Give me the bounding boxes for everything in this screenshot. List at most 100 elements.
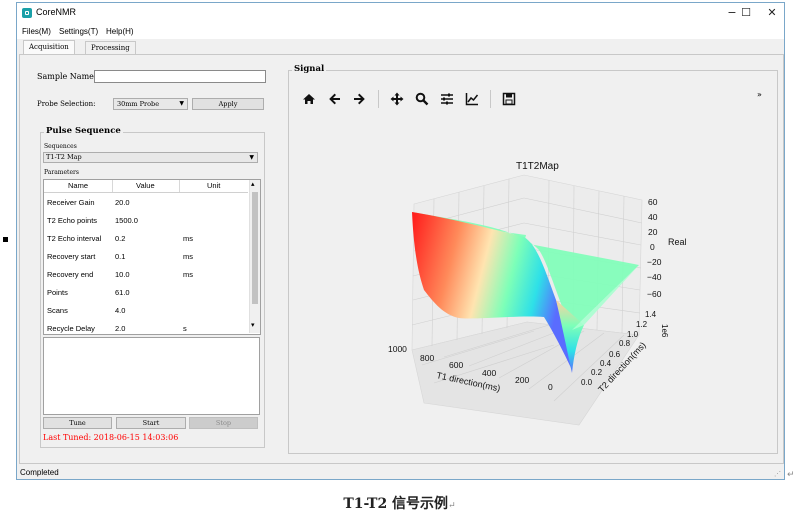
y-tick-label: 1.0 (627, 330, 639, 339)
column-header-unit[interactable]: Unit (207, 181, 220, 190)
status-bar: Completed ⋰ (17, 465, 784, 479)
param-name: Recovery start (47, 251, 96, 261)
tab-bar: Acquisition Processing (17, 39, 784, 55)
param-value[interactable]: 20.0 (112, 193, 180, 211)
forward-arrow-icon[interactable] (352, 92, 366, 106)
param-unit (180, 283, 248, 301)
stop-button[interactable]: Stop (189, 417, 258, 429)
line-break-mark: ↵ (787, 470, 795, 480)
toolbar-overflow-button[interactable]: » (757, 90, 762, 99)
menu-files[interactable]: Files(M) (22, 27, 51, 36)
t1t2-surface-plot[interactable]: 60 40 20 0 −20 −40 −60 Real 1000 800 600… (294, 125, 774, 451)
y-tick-label: 0.4 (600, 359, 612, 368)
param-value[interactable]: 0.1 (112, 247, 180, 265)
sequence-select-value: T1-T2 Map (46, 153, 82, 161)
app-window: CoreNMR − ☐ ✕ Files(M) Settings(T) Help(… (16, 2, 785, 480)
status-text: Completed (20, 468, 59, 477)
sample-name-input[interactable] (94, 70, 266, 83)
menu-settings[interactable]: Settings(T) (59, 27, 98, 36)
menu-bar: Files(M) Settings(T) Help(H) (17, 25, 784, 39)
param-value[interactable]: 1500.0 (112, 211, 180, 229)
param-name: Points (47, 287, 68, 297)
title-bar: CoreNMR − ☐ ✕ (17, 3, 784, 25)
chart-title: T1T2Map (516, 161, 559, 172)
table-row[interactable]: Recovery end 10.0 ms (44, 265, 248, 283)
dropdown-arrow-icon: ▼ (249, 154, 254, 161)
y-tick-label: 1.2 (636, 320, 648, 329)
table-row[interactable]: T2 Echo points 1500.0 (44, 211, 248, 229)
maximize-button[interactable]: ☐ (738, 6, 754, 20)
param-value[interactable]: 61.0 (112, 283, 180, 301)
sequence-select[interactable]: T1-T2 Map ▼ (43, 152, 258, 163)
menu-help[interactable]: Help(H) (106, 27, 134, 36)
toolbar-separator (490, 90, 491, 108)
param-value[interactable]: 2.0 (112, 319, 180, 334)
x-tick-label: 200 (515, 375, 529, 385)
parameters-scrollbar[interactable]: ▴ ▾ (249, 180, 260, 333)
pulse-sequence-title: Pulse Sequence (44, 126, 123, 136)
table-row[interactable]: Recycle Delay 2.0 s (44, 319, 248, 334)
home-icon[interactable] (302, 92, 316, 106)
param-unit: ms (183, 233, 193, 243)
param-value[interactable]: 10.0 (112, 265, 180, 283)
column-header-value[interactable]: Value (136, 181, 155, 190)
pan-icon[interactable] (390, 92, 404, 106)
probe-selection-label: Probe Selection: (37, 100, 96, 108)
y-tick-label: 0.2 (591, 368, 603, 377)
table-row[interactable]: Scans 4.0 (44, 301, 248, 319)
table-row[interactable]: Receiver Gain 20.0 (44, 193, 248, 211)
z-tick-label: 20 (648, 227, 658, 237)
param-unit: ms (183, 269, 193, 279)
param-value[interactable]: 4.0 (112, 301, 180, 319)
column-divider (112, 180, 113, 192)
parameters-table: Name Value Unit Receiver Gain 20.0 T2 Ech… (43, 179, 261, 335)
subplots-config-icon[interactable] (440, 92, 454, 106)
figure-caption: T1-T2 信号示例↵ (0, 493, 799, 513)
zoom-icon[interactable] (415, 92, 429, 106)
x-tick-label: 400 (482, 368, 496, 378)
param-unit (180, 211, 248, 229)
parameters-body: Receiver Gain 20.0 T2 Echo points 1500.0 T… (44, 193, 248, 334)
z-tick-label: 60 (648, 197, 658, 207)
table-row[interactable]: Points 61.0 (44, 283, 248, 301)
caption-text: T1-T2 信号示例 (343, 496, 449, 512)
table-row[interactable]: T2 Echo interval 0.2 ms (44, 229, 248, 247)
back-arrow-icon[interactable] (328, 92, 342, 106)
probe-select[interactable]: 30mm Probe ▼ (113, 98, 188, 110)
scroll-up-icon[interactable]: ▴ (251, 180, 255, 188)
x-tick-label: 600 (449, 360, 463, 370)
toolbar-separator (378, 90, 379, 108)
z-tick-label: 40 (648, 212, 658, 222)
axes-edit-icon[interactable] (465, 92, 479, 106)
z-tick-label: 0 (650, 242, 655, 252)
table-row[interactable]: Recovery start 0.1 ms (44, 247, 248, 265)
tab-processing[interactable]: Processing (85, 41, 136, 55)
log-output[interactable] (43, 337, 260, 415)
param-name: Scans (47, 305, 68, 315)
z-tick-label: −60 (647, 289, 662, 299)
left-bullet-marker (3, 237, 8, 242)
scrollbar-thumb[interactable] (252, 192, 258, 304)
resize-grip-icon[interactable]: ⋰ (774, 470, 781, 478)
param-unit (180, 301, 248, 319)
y-tick-label: 1.4 (645, 310, 657, 319)
tab-acquisition[interactable]: Acquisition (23, 40, 75, 55)
y-tick-label: 0.0 (581, 378, 593, 387)
scroll-down-icon[interactable]: ▾ (251, 321, 255, 329)
apply-button[interactable]: Apply (192, 98, 264, 110)
param-name: Receiver Gain (47, 197, 95, 207)
probe-select-value: 30mm Probe (117, 100, 160, 108)
param-value[interactable]: 0.2 (112, 229, 180, 247)
column-header-name[interactable]: Name (68, 181, 88, 190)
close-button[interactable]: ✕ (764, 6, 780, 20)
signal-title: Signal (292, 64, 327, 74)
window-title: CoreNMR (36, 7, 77, 17)
dropdown-arrow-icon: ▼ (179, 100, 184, 107)
y-axis-multiplier: 1e6 (660, 324, 669, 338)
tune-button[interactable]: Tune (43, 417, 112, 429)
start-button[interactable]: Start (116, 417, 186, 429)
param-name: T2 Echo interval (47, 233, 102, 243)
param-name: T2 Echo points (47, 215, 98, 225)
save-icon[interactable] (502, 92, 516, 106)
parameters-label: Parameters (44, 169, 79, 176)
